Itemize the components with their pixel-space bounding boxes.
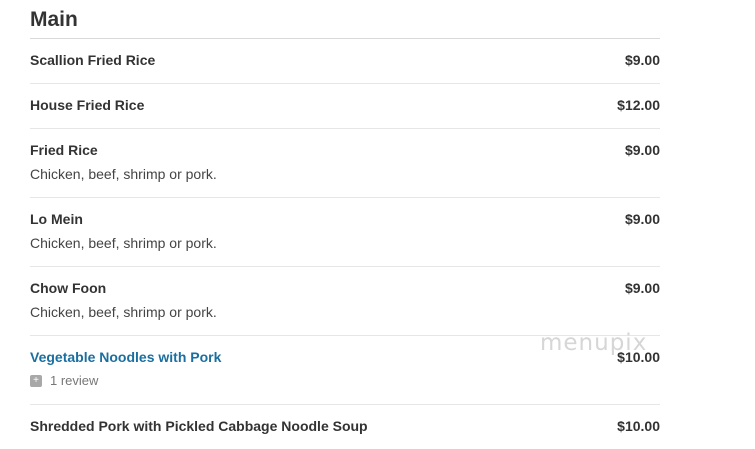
item-name: Chow Foon <box>30 280 107 296</box>
review-count: 1 review <box>50 373 99 388</box>
item-description: Chicken, beef, shrimp or pork. <box>30 235 217 251</box>
review-link[interactable]: + 1 review <box>30 372 660 390</box>
item-name: Fried Rice <box>30 142 98 158</box>
item-description: Chicken, beef, shrimp or pork. <box>30 304 217 320</box>
item-price: $9.00 <box>624 142 660 158</box>
plus-square-icon: + <box>30 375 42 387</box>
section-title: Main <box>30 0 660 39</box>
item-price: $12.00 <box>617 97 660 113</box>
menu-item: Lo Mein $9.00 Chicken, beef, shrimp or p… <box>30 198 660 267</box>
menu-item: Fried Rice $9.00 Chicken, beef, shrimp o… <box>30 129 660 198</box>
item-name: Scallion Fried Rice <box>30 52 156 68</box>
item-price: $9.00 <box>624 52 660 68</box>
item-price: $10.00 <box>617 349 660 365</box>
menu-item: House Fried Rice $12.00 <box>30 84 660 129</box>
menu-item: Vegetable Noodles with Pork $10.00 + 1 r… <box>30 336 660 405</box>
item-name: House Fried Rice <box>30 97 145 113</box>
item-name-link[interactable]: Vegetable Noodles with Pork <box>30 348 221 366</box>
item-name: Lo Mein <box>30 211 83 227</box>
menu-section: Main Scallion Fried Rice $9.00 House Fri… <box>30 0 660 449</box>
menu-item: Shredded Pork with Pickled Cabbage Noodl… <box>30 405 660 449</box>
item-price: $9.00 <box>624 211 660 227</box>
item-description: Chicken, beef, shrimp or pork. <box>30 166 217 182</box>
item-price: $9.00 <box>624 280 660 296</box>
item-price: $10.00 <box>617 418 660 434</box>
item-name: Shredded Pork with Pickled Cabbage Noodl… <box>30 418 368 434</box>
menu-item: Scallion Fried Rice $9.00 <box>30 39 660 84</box>
menu-item: Chow Foon $9.00 Chicken, beef, shrimp or… <box>30 267 660 336</box>
